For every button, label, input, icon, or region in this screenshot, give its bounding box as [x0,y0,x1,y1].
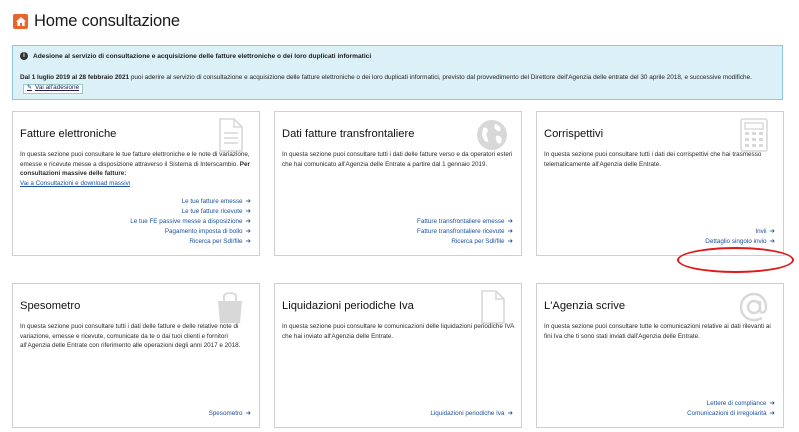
globe-icon [477,120,507,150]
arrow-right-icon: ➔ [507,238,513,245]
home-icon[interactable] [13,13,28,29]
at-sign-icon [739,292,768,322]
arrow-right-icon: ➔ [769,400,775,407]
adesione-button[interactable]: ✎ Vai all'adesione [23,83,84,94]
download-massivi-link[interactable]: Vai a Consultazioni e download massivi [20,180,130,187]
document-icon [219,118,243,152]
page-header: Home consultazione [13,10,180,32]
card-links: Spesometro ➔ [209,409,251,419]
card-fatture-elettroniche: Fatture elettroniche In questa sezione p… [12,111,260,256]
card-title: L'Agenzia scrive [544,300,626,312]
arrow-right-icon: ➔ [507,228,513,235]
calculator-icon [740,118,768,152]
link-transfrontaliere-ricevute[interactable]: Fatture transfrontaliere ricevute ➔ [417,227,513,237]
card-description: In questa sezione puoi consultare le com… [282,323,514,340]
info-heading: Adesione al servizio di consultazione e … [33,52,372,60]
card-links: Lettere di compliance ➔ Comunicazioni di … [687,399,775,419]
page-icon [481,290,505,324]
card-transfrontaliere: Dati fatture transfrontaliere In questa … [274,111,522,256]
card-liquidazioni: Liquidazioni periodiche Iva In questa se… [274,283,522,428]
info-body: Dal 1 luglio 2019 al 28 febbraio 2021 pu… [20,73,780,95]
link-ricerca-sdi[interactable]: Ricerca per SdI/file ➔ [130,237,251,247]
adesione-button-label: Vai all'adesione [35,84,80,92]
link-fe-passive[interactable]: Le tue FE passive messe a disposizione ➔ [130,217,251,227]
link-imposta-bollo[interactable]: Pagamento imposta di bollo ➔ [130,227,251,237]
card-title: Spesometro [20,300,81,312]
card-title: Liquidazioni periodiche Iva [282,300,414,312]
card-links: Le tue fatture emesse ➔ Le tue fatture ri… [130,197,251,247]
link-dettaglio-singolo-invio[interactable]: Dettaglio singolo invio ➔ [705,237,775,247]
arrow-right-icon: ➔ [245,218,251,225]
card-description: In questa sezione puoi consultare tutte … [544,323,771,340]
arrow-right-icon: ➔ [769,228,775,235]
card-links: Liquidazioni periodiche Iva ➔ [430,409,513,419]
info-icon: i [20,52,28,60]
link-liquidazioni-periodiche[interactable]: Liquidazioni periodiche Iva ➔ [430,409,513,419]
link-fatture-emesse[interactable]: Le tue fatture emesse ➔ [130,197,251,207]
card-title: Fatture elettroniche [20,128,117,140]
arrow-right-icon: ➔ [245,198,251,205]
info-alert: i Adesione al servizio di consultazione … [12,45,783,100]
link-comunicazioni-irregolarita[interactable]: Comunicazioni di irregolarità ➔ [687,409,775,419]
card-description: In questa sezione puoi consultare tutti … [282,151,513,168]
card-links: Invii ➔ Dettaglio singolo invio ➔ [705,227,775,247]
arrow-right-icon: ➔ [245,238,251,245]
edit-icon: ✎ [27,85,33,92]
info-text: puoi aderire al servizio di consultazion… [129,74,752,81]
shopping-bag-icon [218,292,242,323]
link-lettere-compliance[interactable]: Lettere di compliance ➔ [687,399,775,409]
info-dates: Dal 1 luglio 2019 al 28 febbraio 2021 [20,74,130,81]
card-title: Dati fatture transfrontaliere [282,128,415,140]
card-description: In questa sezione puoi consultare tutti … [544,151,762,168]
page-title: Home consultazione [34,11,180,30]
card-spesometro: Spesometro In questa sezione puoi consul… [12,283,260,428]
arrow-right-icon: ➔ [769,410,775,417]
arrow-right-icon: ➔ [507,410,513,417]
arrow-right-icon: ➔ [507,218,513,225]
card-title: Corrispettivi [544,128,604,140]
card-corrispettivi: Corrispettivi In questa sezione puoi con… [536,111,784,256]
card-description: In questa sezione puoi consultare le tue… [20,151,250,187]
link-transfrontaliere-emesse[interactable]: Fatture transfrontaliere emesse ➔ [417,217,513,227]
arrow-right-icon: ➔ [245,410,251,417]
arrow-right-icon: ➔ [769,238,775,245]
card-links: Fatture transfrontaliere emesse ➔ Fatture… [417,217,513,247]
card-agenzia-scrive: L'Agenzia scrive In questa sezione puoi … [536,283,784,428]
link-fatture-ricevute[interactable]: Le tue fatture ricevute ➔ [130,207,251,217]
card-description: In questa sezione puoi consultare tutti … [20,323,241,350]
link-invii[interactable]: Invii ➔ [705,227,775,237]
arrow-right-icon: ➔ [245,208,251,215]
link-ricerca-sdi[interactable]: Ricerca per SdI/file ➔ [417,237,513,247]
arrow-right-icon: ➔ [245,228,251,235]
link-spesometro[interactable]: Spesometro ➔ [209,409,251,419]
